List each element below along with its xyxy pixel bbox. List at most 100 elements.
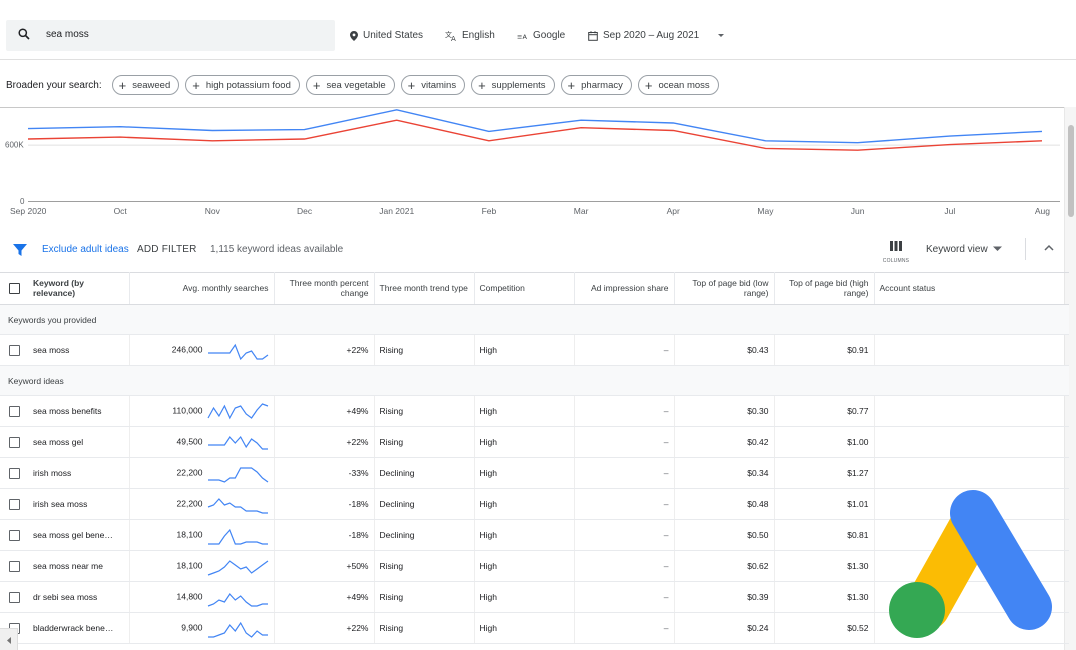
sparkline-path — [207, 467, 268, 483]
top-filter-bar: sea moss United States 文A English ≡A Goo… — [0, 12, 1076, 60]
select-all-checkbox[interactable] — [8, 283, 20, 294]
col-competition[interactable]: Competition — [474, 272, 575, 305]
ad-impression-share-cell: – — [574, 426, 675, 458]
keyword-text[interactable]: sea moss gel bene… — [33, 530, 113, 540]
row-checkbox-cell — [0, 426, 28, 458]
trend-type-cell: Rising — [374, 334, 475, 366]
col-bid-high[interactable]: Top of page bid (high range) — [774, 272, 875, 305]
pill-label: ocean moss — [658, 79, 710, 91]
keyword-text[interactable]: dr sebi sea moss — [33, 592, 97, 602]
avg-searches: 18,100 — [176, 560, 203, 571]
keyword-view-dropdown[interactable]: Keyword view — [926, 244, 1003, 255]
select-all-checkbox-cell[interactable] — [0, 272, 28, 305]
section-title: Keyword ideas — [8, 375, 64, 386]
keyword-text[interactable]: bladderwrack bene… — [33, 623, 113, 633]
percent-change-cell: -18% — [274, 488, 375, 520]
competition-cell: High — [474, 519, 575, 551]
add-filter-button[interactable]: ADD FILTER — [137, 244, 197, 255]
y-tick-label: 0 — [20, 197, 25, 206]
col-trend-type[interactable]: Three month trend type — [374, 272, 475, 305]
x-tick-label: Aug — [1035, 206, 1050, 216]
broaden-pill[interactable]: + vitamins — [400, 75, 466, 95]
ad-impression-share: – — [663, 345, 669, 355]
bid-high-cell: $1.30 — [774, 581, 875, 613]
avg-searches: 49,500 — [176, 436, 203, 447]
y-tick-label: 600K — [5, 141, 24, 150]
table-row[interactable]: sea moss gel 49,500 +22% Rising High – $0.42 $1… — [0, 426, 1069, 458]
trend-type-cell: Declining — [374, 519, 475, 551]
keyword-text[interactable]: sea moss — [33, 345, 69, 355]
competition-cell: High — [474, 488, 575, 520]
columns-button[interactable]: COLUMNS — [880, 238, 912, 264]
plus-icon: + — [192, 77, 200, 93]
table-row[interactable]: sea moss benefits 110,000 +49% Rising High – $… — [0, 395, 1069, 427]
avg-searches-cell: 110,000 — [129, 395, 275, 427]
bid-high: $0.81 — [847, 530, 869, 540]
bid-low: $0.43 — [747, 345, 769, 355]
row-checkbox[interactable] — [8, 560, 20, 572]
network-filter[interactable]: ≡A Google — [517, 30, 565, 41]
plus-icon: + — [312, 77, 321, 93]
ad-impression-share: – — [663, 468, 669, 478]
row-checkbox[interactable] — [8, 529, 20, 541]
row-checkbox[interactable] — [8, 591, 20, 603]
scroll-left-button[interactable] — [0, 628, 18, 650]
row-checkbox[interactable] — [8, 498, 20, 510]
trend-type-cell: Rising — [374, 395, 475, 427]
percent-change: -33% — [348, 468, 369, 478]
percent-change: +22% — [346, 345, 369, 355]
broaden-pill[interactable]: + ocean moss — [637, 75, 719, 95]
keyword-text[interactable]: sea moss gel — [33, 437, 83, 447]
col-avg-searches[interactable]: Avg. monthly searches — [129, 272, 275, 305]
keyword-text-cell: sea moss gel bene… — [28, 519, 130, 551]
broaden-pill[interactable]: + seaweed — [111, 75, 180, 95]
pill-label: vitamins — [421, 79, 457, 91]
col-ad-share[interactable]: Ad impression share — [574, 272, 675, 305]
date-range-filter[interactable]: Sep 2020 – Aug 2021 — [588, 30, 726, 41]
search-volume-chart: 600K 0Sep 2020 Oct Nov Dec Jan 2021 Feb Mar Apr M… — [5, 109, 1060, 216]
keyword-text[interactable]: sea moss benefits — [33, 406, 102, 416]
keyword-text[interactable]: irish moss — [33, 468, 71, 478]
filter-icon[interactable] — [13, 244, 27, 256]
location-filter[interactable]: United States — [350, 30, 423, 41]
row-checkbox[interactable] — [8, 405, 20, 417]
broaden-pill[interactable]: + high potassium food — [185, 75, 300, 95]
exclude-adult-ideas-link[interactable]: Exclude adult ideas — [42, 244, 129, 255]
trend-type: Declining — [379, 499, 415, 509]
bid-high-cell: $1.00 — [774, 426, 875, 458]
competition: High — [479, 592, 497, 602]
language-filter[interactable]: 文A English — [445, 30, 495, 41]
table-row[interactable]: irish moss 22,200 -33% Declining High – $0.34 $… — [0, 457, 1069, 489]
row-checkbox-cell — [0, 334, 28, 366]
network-label: Google — [533, 30, 566, 41]
row-checkbox[interactable] — [8, 467, 20, 479]
col-percent-change[interactable]: Three month percent change — [274, 272, 375, 305]
sparkline-path — [207, 498, 268, 514]
keyword-text[interactable]: irish sea moss — [33, 499, 87, 509]
avg-searches-cell: 22,200 — [129, 457, 275, 489]
table-row[interactable]: sea moss 246,000 +22% Rising High – $0.43 $0.91 — [0, 334, 1069, 366]
col-bid-low[interactable]: Top of page bid (low range) — [674, 272, 775, 305]
row-checkbox[interactable] — [8, 344, 20, 356]
col-account-status[interactable]: Account status — [874, 272, 1069, 305]
chevron-up-icon[interactable] — [1044, 244, 1054, 251]
pill-label: high potassium food — [205, 79, 291, 91]
broaden-pill[interactable]: + pharmacy — [560, 75, 632, 95]
avg-searches-cell: 22,200 — [129, 488, 275, 520]
keyword-text-cell: irish moss — [28, 457, 130, 489]
bid-high: $0.77 — [847, 406, 869, 416]
search-input[interactable]: sea moss — [46, 29, 89, 40]
broaden-pill[interactable]: + supplements — [471, 75, 555, 95]
x-tick-label: Jul — [944, 206, 955, 216]
row-checkbox-cell — [0, 519, 28, 551]
keyword-text[interactable]: sea moss near me — [33, 561, 103, 571]
broaden-search-row: Broaden your search: + seaweed + high pota… — [6, 74, 725, 96]
search-field[interactable]: sea moss — [6, 20, 335, 51]
ideas-available-count: 1,115 keyword ideas available — [210, 244, 344, 255]
row-checkbox[interactable] — [8, 436, 20, 448]
scrollbar-thumb[interactable] — [1068, 125, 1074, 217]
col-keyword[interactable]: Keyword (by relevance) — [28, 272, 130, 305]
bid-low-cell: $0.30 — [674, 395, 775, 427]
broaden-pill[interactable]: + sea vegetable — [305, 75, 395, 95]
avg-searches: 22,200 — [176, 498, 203, 509]
